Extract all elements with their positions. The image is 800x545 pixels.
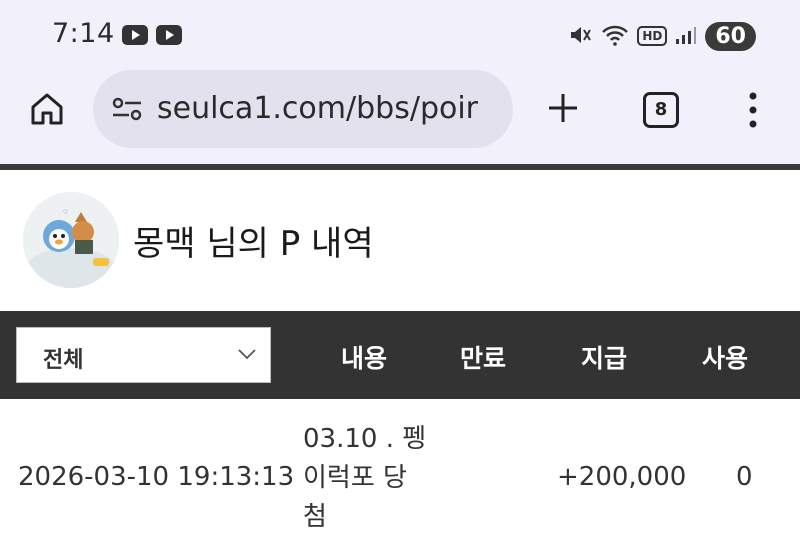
hd-icon: HD xyxy=(637,26,668,46)
home-icon[interactable] xyxy=(28,90,68,130)
row-date: 2026-03-10 19:13:13 xyxy=(18,462,295,492)
column-header-use: 사용 xyxy=(702,344,749,373)
url-text[interactable]: seulca1.com/bbs/poir xyxy=(157,91,497,126)
mute-icon xyxy=(569,24,593,49)
page-title: 몽맥 님의 P 내역 xyxy=(133,224,374,264)
status-bar: 7:14 HD 60 xyxy=(0,0,800,70)
browser-toolbar: seulca1.com/bbs/poir 8 xyxy=(0,70,800,164)
row-pay: +200,000 xyxy=(557,462,687,492)
address-bar[interactable]: seulca1.com/bbs/poir xyxy=(93,70,513,148)
row-content: 03.10 . 펭이럭포 당첨 xyxy=(303,424,427,532)
avatar: ♡ xyxy=(23,192,119,288)
chevron-down-icon xyxy=(236,344,258,364)
row-use: 0 xyxy=(736,462,753,492)
battery-indicator: 60 xyxy=(705,21,756,51)
svg-text:♡: ♡ xyxy=(63,209,68,216)
overflow-menu-icon[interactable] xyxy=(745,90,761,130)
wifi-icon xyxy=(601,24,629,49)
youtube-icon xyxy=(156,25,182,45)
filter-selected-value: 전체 xyxy=(43,348,84,373)
new-tab-icon[interactable] xyxy=(545,90,581,126)
filter-select[interactable]: 전체 xyxy=(16,327,271,383)
status-time: 7:14 xyxy=(52,18,115,49)
table-header: 전체 내용 만료 지급 사용 xyxy=(0,311,800,399)
column-header-expire: 만료 xyxy=(460,344,507,373)
column-header-pay: 지급 xyxy=(581,344,628,373)
toolbar-divider xyxy=(0,164,800,170)
youtube-icon xyxy=(122,25,148,45)
signal-icon xyxy=(675,25,697,48)
site-settings-icon[interactable] xyxy=(111,94,143,124)
tab-switcher-button[interactable]: 8 xyxy=(643,92,679,128)
column-header-content: 내용 xyxy=(341,344,388,373)
